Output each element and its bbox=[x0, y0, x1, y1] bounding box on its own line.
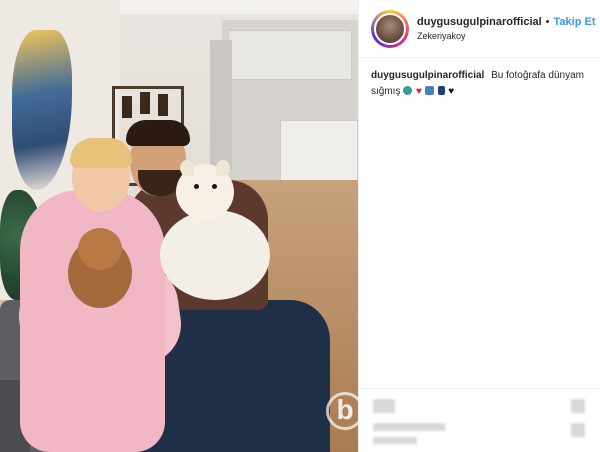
woman-hair bbox=[70, 138, 132, 168]
caption: duygusugulpinarofficial Bu fotoğrafa dün… bbox=[359, 58, 600, 110]
post-photo[interactable]: b bbox=[0, 0, 358, 452]
blurred-icon bbox=[373, 399, 395, 413]
caption-username-link[interactable]: duygusugulpinarofficial bbox=[371, 70, 484, 81]
phone-icon bbox=[437, 86, 445, 95]
kitchen-cabinets bbox=[228, 30, 352, 80]
shelf-bottle bbox=[122, 96, 132, 118]
heart-icon: ♥ bbox=[416, 86, 422, 97]
follow-button[interactable]: Takip Et bbox=[554, 15, 596, 29]
white-dog-eye bbox=[194, 184, 199, 189]
shelf-bottle bbox=[140, 92, 150, 114]
small-dog-head bbox=[78, 228, 122, 270]
avatar-story-ring[interactable] bbox=[371, 9, 409, 48]
white-dog-body bbox=[160, 210, 270, 300]
blurred-icon bbox=[571, 423, 585, 437]
globe-icon bbox=[403, 86, 413, 95]
username-link[interactable]: duygusugulpinarofficial bbox=[417, 15, 542, 29]
white-dog-eye bbox=[212, 184, 217, 189]
post-footer bbox=[359, 388, 600, 452]
avatar[interactable] bbox=[374, 12, 406, 45]
post-side-panel: duygusugulpinarofficial • Takip Et Zeker… bbox=[358, 0, 600, 452]
watermark-logo: b bbox=[326, 392, 358, 430]
black-heart-icon: ♥ bbox=[448, 86, 455, 97]
white-dog-ear bbox=[216, 160, 230, 176]
man-hair bbox=[126, 120, 190, 146]
ceiling bbox=[120, 0, 358, 14]
blurred-text bbox=[373, 423, 445, 431]
post-header: duygusugulpinarofficial • Takip Et Zeker… bbox=[359, 0, 600, 58]
header-row: duygusugulpinarofficial • Takip Et bbox=[417, 15, 596, 29]
white-dog-ear bbox=[180, 160, 194, 176]
shelf-bottle bbox=[158, 94, 168, 116]
blurred-icon bbox=[571, 399, 585, 413]
fridge bbox=[210, 40, 232, 170]
family-icon bbox=[424, 86, 434, 95]
separator-dot: • bbox=[545, 15, 550, 28]
blurred-text bbox=[373, 437, 417, 444]
location-link[interactable]: Zekeriyakoy bbox=[417, 29, 596, 43]
header-text: duygusugulpinarofficial • Takip Et Zeker… bbox=[417, 15, 596, 43]
